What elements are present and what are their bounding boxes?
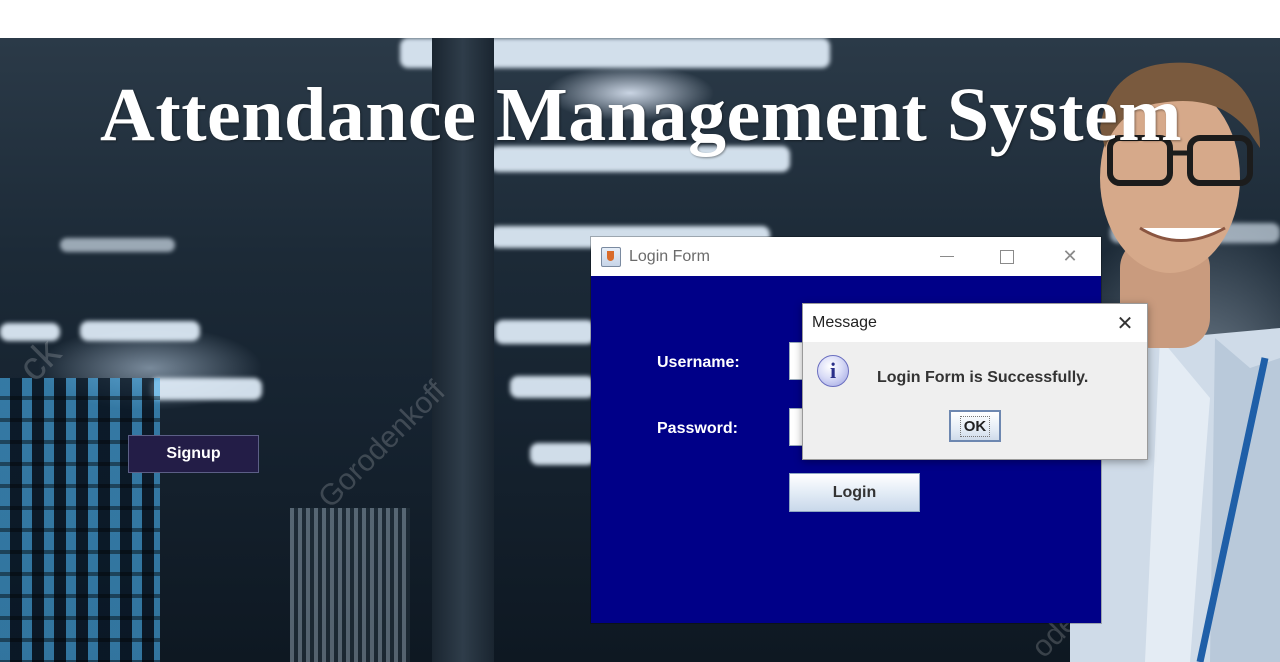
ceiling-light <box>510 376 595 398</box>
login-window-titlebar[interactable]: Login Form ✕ <box>591 237 1101 276</box>
message-dialog: Message ✕ i Login Form is Successfully. … <box>802 303 1148 460</box>
login-window-title: Login Form <box>629 247 710 265</box>
minimize-button[interactable] <box>924 237 970 276</box>
message-dialog-titlebar[interactable]: Message ✕ <box>803 304 1147 342</box>
info-icon: i <box>817 355 849 387</box>
username-label: Username: <box>657 354 740 371</box>
java-app-icon <box>601 246 621 267</box>
message-close-button[interactable]: ✕ <box>1103 304 1147 342</box>
ceiling-light <box>530 443 595 465</box>
message-text: Login Form is Successfully. <box>877 369 1089 386</box>
close-button[interactable]: ✕ <box>1047 237 1093 276</box>
maximize-button[interactable] <box>984 237 1030 276</box>
login-button[interactable]: Login <box>789 473 920 512</box>
ceiling-light <box>150 378 262 400</box>
close-icon: ✕ <box>1062 246 1078 266</box>
close-icon: ✕ <box>1116 312 1134 335</box>
server-rack <box>0 378 160 662</box>
signup-button[interactable]: Signup <box>128 435 259 473</box>
ceiling-light <box>80 321 200 341</box>
server-unit <box>290 508 410 662</box>
maximize-icon <box>1000 249 1014 264</box>
message-dialog-title: Message <box>812 314 877 331</box>
minimize-icon <box>940 256 954 257</box>
ok-button-label: OK <box>959 415 991 437</box>
ceiling-light <box>60 238 175 252</box>
page-title: Attendance Management System <box>100 73 1183 157</box>
ok-button[interactable]: OK <box>949 410 1001 442</box>
password-label: Password: <box>657 420 738 437</box>
ceiling-light <box>495 320 595 344</box>
